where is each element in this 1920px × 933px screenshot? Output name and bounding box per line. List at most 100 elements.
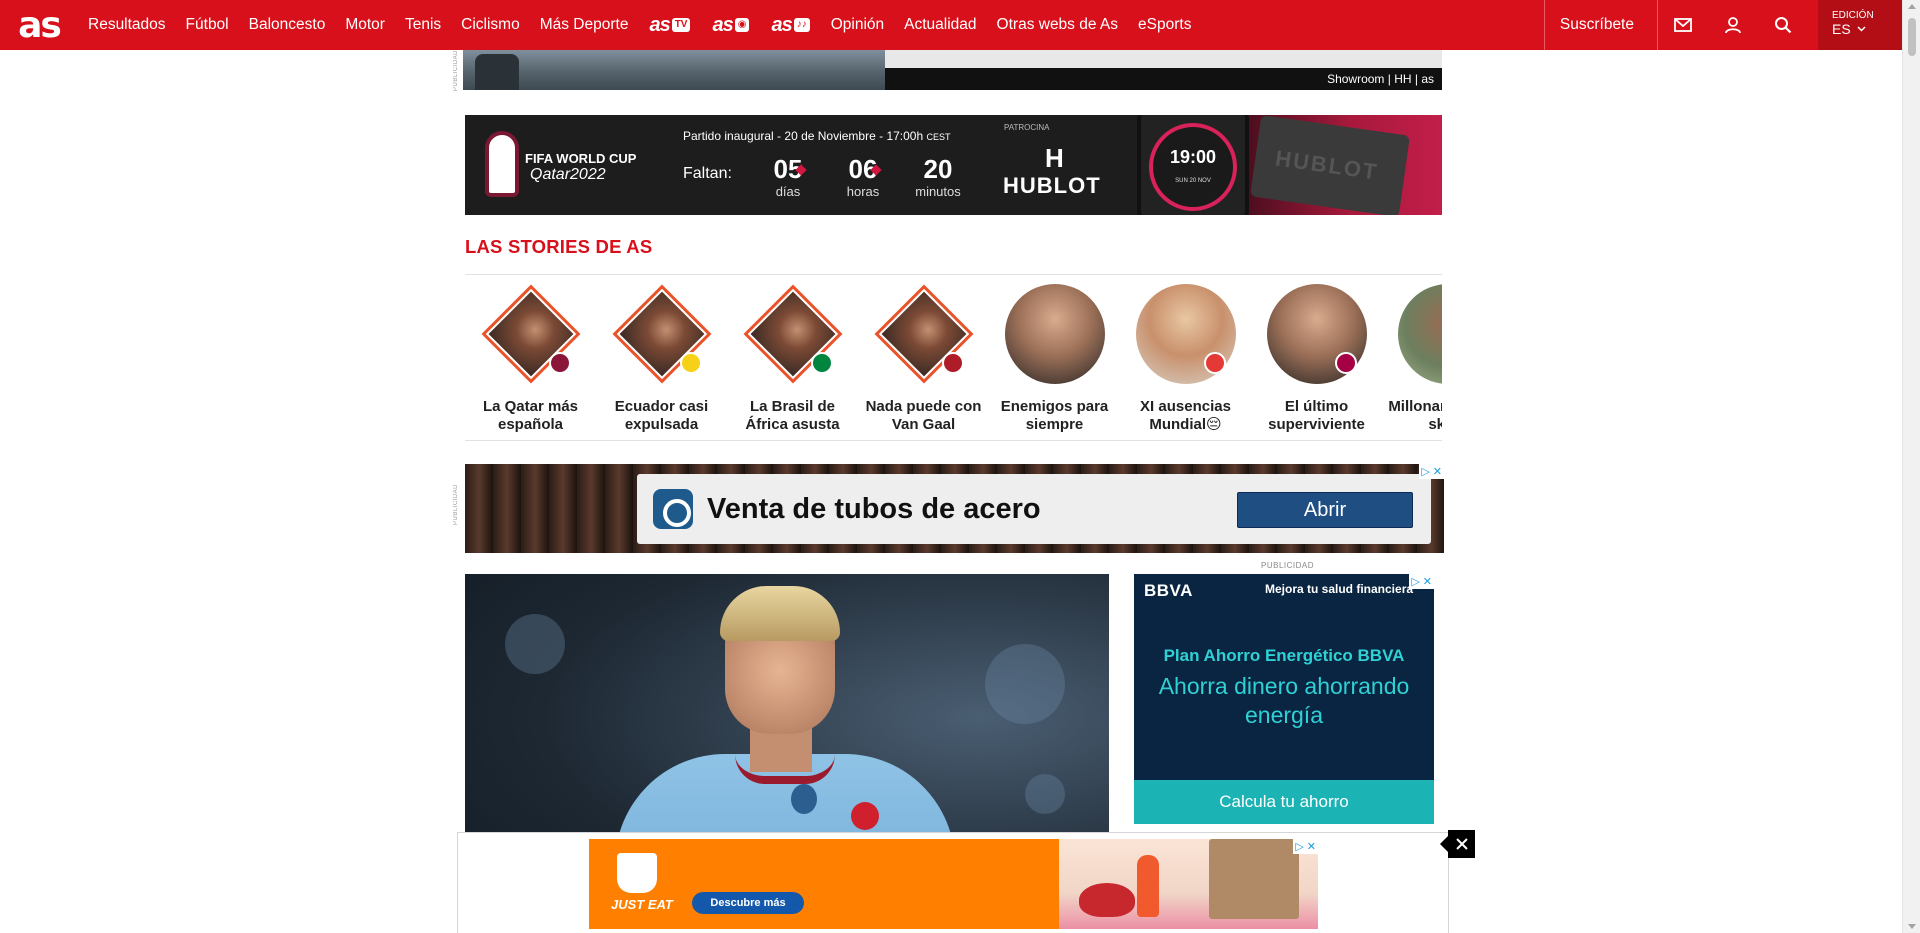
close-icon[interactable] xyxy=(1440,830,1475,858)
edition-selector[interactable]: EDICIÓN ES xyxy=(1818,0,1902,50)
story-item[interactable]: Ecuador casi expulsada xyxy=(596,284,727,436)
story-item[interactable]: El último superviviente xyxy=(1251,284,1382,436)
adchoices-play-icon: ▷ xyxy=(1295,841,1304,853)
nav-resultados[interactable]: Resultados xyxy=(78,0,176,50)
edition-value: ES xyxy=(1832,21,1851,37)
nav-otras-webs[interactable]: Otras webs de As xyxy=(987,0,1128,50)
steel-tubes-ad[interactable]: Venta de tubos de acero Abrir ▷ ✕ xyxy=(465,464,1444,553)
nav-esports[interactable]: eSports xyxy=(1128,0,1201,50)
nav-opinion[interactable]: Opinión xyxy=(821,0,894,50)
adchoices-icon[interactable]: ▷ ✕ xyxy=(1293,839,1318,854)
story-thumbnail xyxy=(1135,284,1236,384)
user-icon[interactable] xyxy=(1708,0,1758,50)
as-tv-text: as xyxy=(649,13,670,36)
subscribe-link[interactable]: Suscríbete xyxy=(1543,0,1658,50)
stories-divider-bottom xyxy=(465,440,1442,441)
ad-close-icon[interactable]: ✕ xyxy=(1433,465,1442,478)
story-thumbnail xyxy=(1004,284,1105,384)
countdown-minutes-unit: minutos xyxy=(915,184,961,199)
just-eat-ad[interactable]: JUST EAT Descubre más ▷ ✕ xyxy=(589,839,1318,929)
bbva-ad[interactable]: BBVA Mejora tu salud financiera Plan Aho… xyxy=(1134,574,1434,824)
bbva-logo: BBVA xyxy=(1144,581,1193,600)
nav-actualidad[interactable]: Actualidad xyxy=(894,0,986,50)
story-thumbnail xyxy=(612,284,712,384)
story-thumbnail xyxy=(481,284,581,384)
countdown-minutes: 20 minutos xyxy=(913,155,963,201)
match-info: Partido inaugural - 20 de Noviembre - 17… xyxy=(683,129,951,143)
scrollbar-thumb[interactable] xyxy=(1908,18,1916,56)
top-ad-label: PUBLICIDAD xyxy=(453,50,459,92)
nav-as-tv[interactable]: as TV xyxy=(638,0,701,50)
top-ad-banner[interactable]: Showroom | HH | as xyxy=(463,50,1442,90)
countdown-minutes-value: 20 xyxy=(923,154,953,184)
countdown-hours-unit: horas xyxy=(846,184,880,199)
as-logo[interactable]: as xyxy=(0,0,78,50)
story-label: La Brasil de África asusta xyxy=(745,398,840,433)
story-item[interactable]: Nada puede con Van Gaal xyxy=(858,284,989,436)
worldcup-subtitle: Qatar2022 xyxy=(530,166,606,183)
ad-headline: Venta de tubos de acero xyxy=(707,492,1041,525)
sticky-bottom-ad: JUST EAT Descubre más ▷ ✕ xyxy=(457,830,1475,933)
watch-image: 19:00 SUN 20 NOV xyxy=(1137,115,1249,215)
page-scrollbar[interactable] xyxy=(1902,0,1920,933)
just-eat-logo: JUST EAT xyxy=(611,897,673,912)
nav-tenis[interactable]: Tenis xyxy=(395,0,451,50)
ad-bag-image xyxy=(1209,839,1299,919)
story-thumbnail xyxy=(1397,284,1442,384)
tv-pill: TV xyxy=(671,18,691,32)
sponsor-name: HUBLOT xyxy=(1003,173,1101,198)
ad-bowl-image xyxy=(1079,883,1135,917)
watch-date: SUN 20 NOV xyxy=(1175,178,1211,184)
bokeh xyxy=(505,614,565,674)
adchoices-play-icon: ▷ xyxy=(1411,576,1420,588)
mid-ad-label: PUBLICIDAD xyxy=(453,484,459,526)
flag-icon xyxy=(548,352,571,374)
poppy-icon xyxy=(851,802,879,830)
right-ad-label: PUBLICIDAD xyxy=(1261,561,1315,570)
scroll-up-arrow-icon[interactable] xyxy=(1908,4,1916,9)
discover-more-button[interactable]: Descubre más xyxy=(692,892,804,914)
camera-icon: ◉ xyxy=(734,18,750,32)
faltan-label: Faltan: xyxy=(683,165,732,182)
ad-bottle-image xyxy=(1137,855,1159,917)
bbva-tagline: Ahorra dinero ahorrando energía xyxy=(1158,673,1410,728)
worldcup-countdown-banner[interactable]: FIFA WORLD CUP Qatar2022 Partido inaugur… xyxy=(465,115,1442,215)
nav-as-audio[interactable]: as ♪♪ xyxy=(760,0,820,50)
story-item[interactable]: La Qatar más española xyxy=(465,284,596,436)
story-thumbnail xyxy=(1266,284,1367,384)
audio-icon: ♪♪ xyxy=(793,18,810,32)
story-item[interactable]: La Brasil de África asusta xyxy=(727,284,858,436)
search-icon[interactable] xyxy=(1758,0,1808,50)
scroll-down-arrow-icon[interactable] xyxy=(1908,924,1916,929)
nav-as-foto[interactable]: as ◉ xyxy=(701,0,760,50)
countdown-hours: 06 horas xyxy=(838,155,888,201)
nav-futbol[interactable]: Fútbol xyxy=(176,0,239,50)
nav-ciclismo[interactable]: Ciclismo xyxy=(451,0,530,50)
story-label: XI ausencias Mundial😔 xyxy=(1140,398,1231,433)
bokeh xyxy=(1025,774,1065,814)
as-audio-text: as xyxy=(771,13,792,36)
ad-open-button[interactable]: Abrir xyxy=(1237,492,1413,528)
flag-icon xyxy=(1203,352,1226,374)
story-label: La Qatar más española xyxy=(482,398,579,433)
flag-icon xyxy=(941,352,964,374)
nav-mas-deporte[interactable]: Más Deporte xyxy=(530,0,639,50)
adchoices-icon[interactable]: ▷ ✕ xyxy=(1409,574,1434,589)
chevron-down-icon xyxy=(1857,26,1866,32)
ad-close-icon[interactable]: ✕ xyxy=(1423,575,1432,588)
story-item[interactable]: XI ausencias Mundial😔 xyxy=(1120,284,1251,436)
story-item[interactable]: Millonario con el skate xyxy=(1382,284,1442,436)
story-thumbnail xyxy=(743,284,843,384)
watch-face: 19:00 SUN 20 NOV xyxy=(1149,123,1237,211)
top-navigation: as Resultados Fútbol Baloncesto Motor Te… xyxy=(0,0,1902,50)
story-label: Ecuador casi expulsada xyxy=(614,398,709,433)
nav-baloncesto[interactable]: Baloncesto xyxy=(239,0,336,50)
just-eat-house-icon xyxy=(617,853,657,893)
adchoices-icon[interactable]: ▷ ✕ xyxy=(1419,464,1444,479)
ad-close-icon[interactable]: ✕ xyxy=(1307,840,1316,853)
adchoices-play-icon: ▷ xyxy=(1421,466,1430,478)
bbva-cta-button[interactable]: Calcula tu ahorro xyxy=(1134,780,1434,824)
mail-icon[interactable] xyxy=(1658,0,1708,50)
story-item[interactable]: Enemigos para siempre xyxy=(989,284,1120,436)
nav-motor[interactable]: Motor xyxy=(335,0,395,50)
